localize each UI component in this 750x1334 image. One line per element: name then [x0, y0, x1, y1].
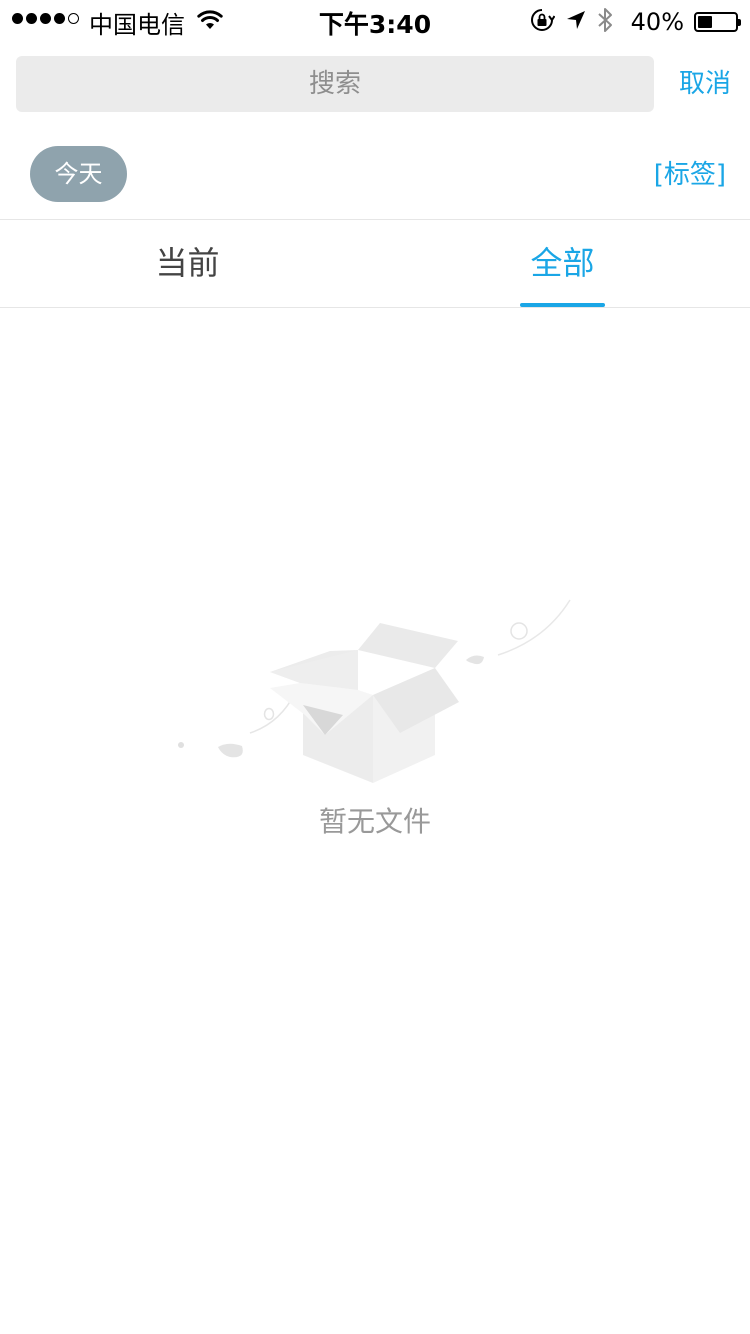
today-filter-chip[interactable]: 今天 — [30, 146, 127, 202]
filter-bar: 今天 [标签] — [0, 146, 750, 202]
search-input[interactable] — [16, 56, 654, 112]
battery-icon — [694, 12, 741, 32]
divider — [0, 307, 750, 308]
bluetooth-icon — [597, 6, 613, 38]
cancel-button[interactable]: 取消 — [679, 56, 731, 112]
tags-link[interactable]: [标签] — [654, 154, 726, 191]
battery-level-fill — [698, 16, 713, 28]
status-bar: 中国电信 下午3:40 40% — [0, 0, 750, 40]
location-arrow-icon — [565, 9, 587, 35]
tab-all[interactable]: 全部 — [375, 220, 750, 307]
empty-state-message: 暂无文件 — [318, 805, 431, 838]
search-bar: 取消 — [16, 56, 734, 112]
battery-percentage: 40% — [630, 8, 684, 36]
tab-current[interactable]: 当前 — [0, 220, 375, 307]
tab-all-label: 全部 — [530, 244, 595, 282]
empty-box-icon — [170, 595, 580, 799]
tab-bar: 当前 全部 — [0, 220, 750, 307]
tab-current-label: 当前 — [155, 244, 220, 282]
rotation-lock-icon — [529, 7, 556, 37]
